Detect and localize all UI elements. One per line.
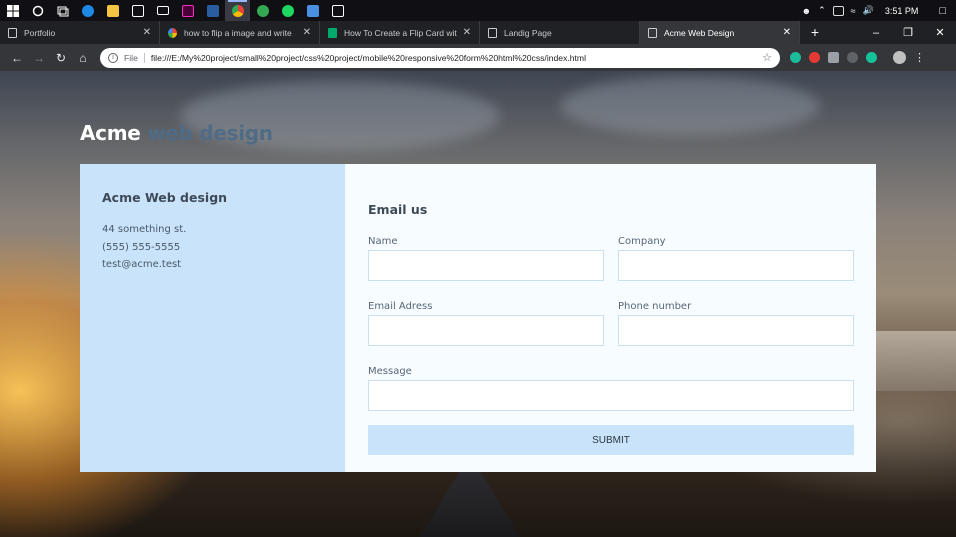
chrome-canary-icon[interactable]	[250, 0, 275, 21]
address-bar[interactable]: i File file:///E:/My%20project/small%20p…	[100, 47, 780, 68]
company-phone: (555) 555-5555	[102, 241, 181, 253]
tab-google-search[interactable]: how to flip a image and write ✕	[160, 21, 320, 44]
google-icon	[168, 27, 177, 38]
task-view-icon[interactable]	[50, 0, 75, 21]
home-button[interactable]: ⌂	[72, 51, 94, 65]
new-tab-button[interactable]: +	[800, 21, 830, 44]
phone-input[interactable]	[618, 315, 854, 346]
url-scheme: File	[124, 52, 145, 63]
browser-tab-strip: Portfolio ✕ how to flip a image and writ…	[0, 21, 956, 44]
close-icon[interactable]: ✕	[463, 27, 471, 38]
tab-w3schools[interactable]: How To Create a Flip Card with ✕	[320, 21, 480, 44]
menu-kebab-icon[interactable]: ⋮	[914, 51, 925, 64]
contact-card: Acme Web design 44 something st. (555) 5…	[80, 164, 876, 472]
window-controls: – ❐ ✕	[860, 23, 956, 44]
minimize-icon[interactable]: –	[860, 23, 892, 44]
company-email: test@acme.test	[102, 259, 182, 270]
company-name: Acme Web design	[102, 190, 228, 205]
cortana-icon[interactable]	[25, 0, 50, 21]
email-input[interactable]	[368, 315, 604, 346]
system-tray: ☻ ⌃ ≈ 🔊 3:51 PM □	[802, 5, 956, 17]
close-icon[interactable]: ✕	[143, 27, 151, 38]
clock[interactable]: 3:51 PM	[885, 6, 919, 16]
phone-label: Phone number	[618, 301, 692, 312]
page-icon	[8, 27, 17, 38]
tab-portfolio[interactable]: Portfolio ✕	[0, 21, 160, 44]
brand-second: web design	[147, 121, 273, 145]
brand-first: Acme	[80, 121, 141, 145]
close-icon[interactable]: ✕	[783, 27, 791, 38]
close-window-icon[interactable]: ✕	[924, 23, 956, 44]
message-input[interactable]	[368, 380, 854, 411]
bookmark-star-icon[interactable]: ☆	[762, 51, 772, 64]
reload-button[interactable]: ↻	[50, 51, 72, 65]
volume-icon[interactable]: 🔊	[863, 5, 874, 16]
mail-icon[interactable]	[150, 0, 175, 21]
message-label: Message	[368, 366, 412, 377]
tab-title: Portfolio	[24, 27, 56, 38]
form-heading: Email us	[368, 202, 428, 217]
chevron-up-icon[interactable]: ⌃	[818, 5, 826, 16]
url-text[interactable]: file:///E:/My%20project/small%20project/…	[151, 53, 762, 63]
tab-acme-web-design[interactable]: Acme Web Design ✕	[640, 21, 800, 44]
submit-button[interactable]: SUBMIT	[368, 425, 854, 455]
tab-title: How To Create a Flip Card with	[344, 27, 457, 38]
edge-icon[interactable]	[75, 0, 100, 21]
page-icon	[648, 27, 657, 38]
name-input[interactable]	[368, 250, 604, 281]
background-road	[420, 471, 520, 537]
profile-avatar-icon[interactable]	[893, 51, 906, 64]
remote-desktop-icon[interactable]	[300, 0, 325, 21]
battery-icon[interactable]	[832, 5, 844, 16]
extensions-area: ⋮	[790, 51, 925, 64]
notifications-icon[interactable]: □	[939, 5, 946, 17]
company-info-panel: Acme Web design 44 something st. (555) 5…	[80, 164, 345, 472]
extension-m-icon[interactable]	[790, 52, 801, 63]
tab-landig-page[interactable]: Landig Page	[480, 21, 640, 44]
info-icon[interactable]: i	[108, 52, 118, 63]
spotify-icon[interactable]	[275, 0, 300, 21]
windows-start-icon[interactable]	[0, 0, 25, 21]
adobe-xd-icon[interactable]	[175, 0, 200, 21]
background-city	[876, 331, 956, 391]
site-title: Acme web design	[80, 121, 273, 145]
restore-icon[interactable]: ❐	[892, 23, 924, 44]
file-explorer-icon[interactable]	[100, 0, 125, 21]
close-icon[interactable]: ✕	[303, 27, 311, 38]
w3schools-icon	[328, 27, 337, 38]
forward-button[interactable]: →	[28, 51, 50, 65]
email-label: Email Adress	[368, 301, 433, 312]
page-icon	[488, 27, 497, 38]
wifi-icon[interactable]: ≈	[851, 6, 856, 16]
powershell-icon[interactable]	[200, 0, 225, 21]
company-label: Company	[618, 236, 666, 247]
browser-toolbar: ← → ↻ ⌂ i File file:///E:/My%20project/s…	[0, 44, 956, 71]
name-label: Name	[368, 236, 398, 247]
people-icon[interactable]: ☻	[802, 6, 811, 16]
windows-taskbar: ☻ ⌃ ≈ 🔊 3:51 PM □	[0, 0, 956, 21]
tab-title: Acme Web Design	[664, 27, 735, 38]
back-button[interactable]: ←	[6, 51, 28, 65]
page-viewport: Acme web design Acme Web design 44 somet…	[0, 71, 956, 537]
extension-grammarly-icon[interactable]	[866, 52, 877, 63]
chrome-icon[interactable]	[225, 0, 250, 21]
tab-title: how to flip a image and write	[184, 27, 292, 38]
store-icon[interactable]	[125, 0, 150, 21]
tab-title: Landig Page	[504, 27, 552, 38]
extension-shield-icon[interactable]	[809, 52, 820, 63]
extension-signal-icon[interactable]	[847, 52, 858, 63]
company-address: 44 something st.	[102, 224, 187, 235]
contact-form: Email us Name Company Email Adress Phone…	[345, 164, 876, 472]
photos-icon[interactable]	[325, 0, 350, 21]
extension-camera-icon[interactable]	[828, 52, 839, 63]
background-cloud	[560, 76, 820, 136]
company-input[interactable]	[618, 250, 854, 281]
